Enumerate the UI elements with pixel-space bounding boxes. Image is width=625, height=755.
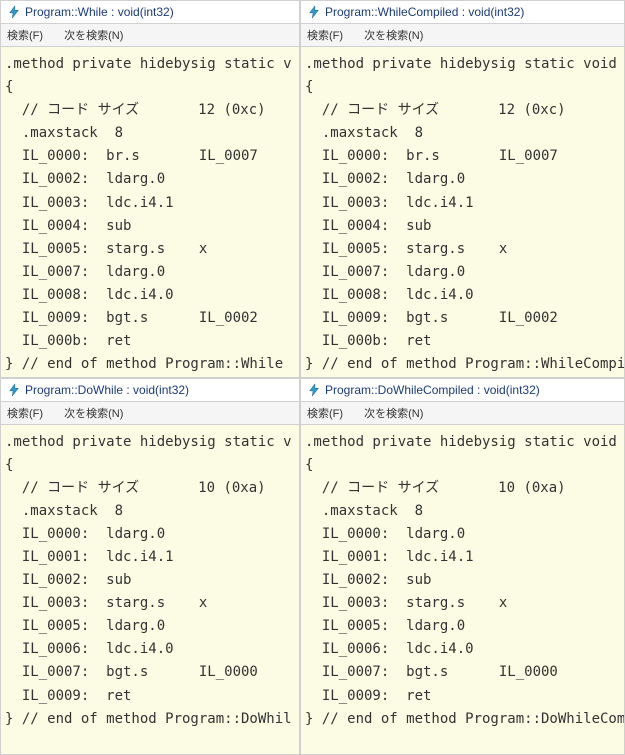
titlebar: Program::DoWhile : void(int32)	[1, 379, 299, 402]
menubar: 検索(F) 次を検索(N)	[1, 24, 299, 47]
menubar: 検索(F) 次を検索(N)	[301, 402, 624, 425]
bolt-icon	[7, 5, 21, 19]
panel-dowhile-compiled: Program::DoWhileCompiled : void(int32) 検…	[300, 378, 625, 755]
bolt-icon	[307, 5, 321, 19]
code-area[interactable]: .method private hidebysig static v { // …	[1, 47, 299, 377]
titlebar: Program::WhileCompiled : void(int32)	[301, 1, 624, 24]
bolt-icon	[307, 383, 321, 397]
code-area[interactable]: .method private hidebysig static v { // …	[1, 425, 299, 755]
panel-dowhile: Program::DoWhile : void(int32) 検索(F) 次を検…	[0, 378, 300, 755]
menu-search[interactable]: 検索(F)	[307, 27, 343, 43]
menu-search[interactable]: 検索(F)	[7, 405, 43, 421]
titlebar: Program::While : void(int32)	[1, 1, 299, 24]
window-title: Program::DoWhileCompiled : void(int32)	[325, 383, 540, 397]
panel-while-compiled: Program::WhileCompiled : void(int32) 検索(…	[300, 0, 625, 378]
menu-search-next[interactable]: 次を検索(N)	[64, 405, 123, 421]
menubar: 検索(F) 次を検索(N)	[1, 402, 299, 425]
titlebar: Program::DoWhileCompiled : void(int32)	[301, 379, 624, 402]
window-title: Program::DoWhile : void(int32)	[25, 383, 189, 397]
menu-search-next[interactable]: 次を検索(N)	[364, 27, 423, 43]
code-area[interactable]: .method private hidebysig static void Do…	[301, 425, 624, 755]
panel-while: Program::While : void(int32) 検索(F) 次を検索(…	[0, 0, 300, 378]
bolt-icon	[7, 383, 21, 397]
menu-search[interactable]: 検索(F)	[7, 27, 43, 43]
window-title: Program::WhileCompiled : void(int32)	[325, 5, 524, 19]
menu-search-next[interactable]: 次を検索(N)	[364, 405, 423, 421]
window-title: Program::While : void(int32)	[25, 5, 174, 19]
code-area[interactable]: .method private hidebysig static void Wh…	[301, 47, 624, 377]
menu-search-next[interactable]: 次を検索(N)	[64, 27, 123, 43]
menu-search[interactable]: 検索(F)	[307, 405, 343, 421]
menubar: 検索(F) 次を検索(N)	[301, 24, 624, 47]
